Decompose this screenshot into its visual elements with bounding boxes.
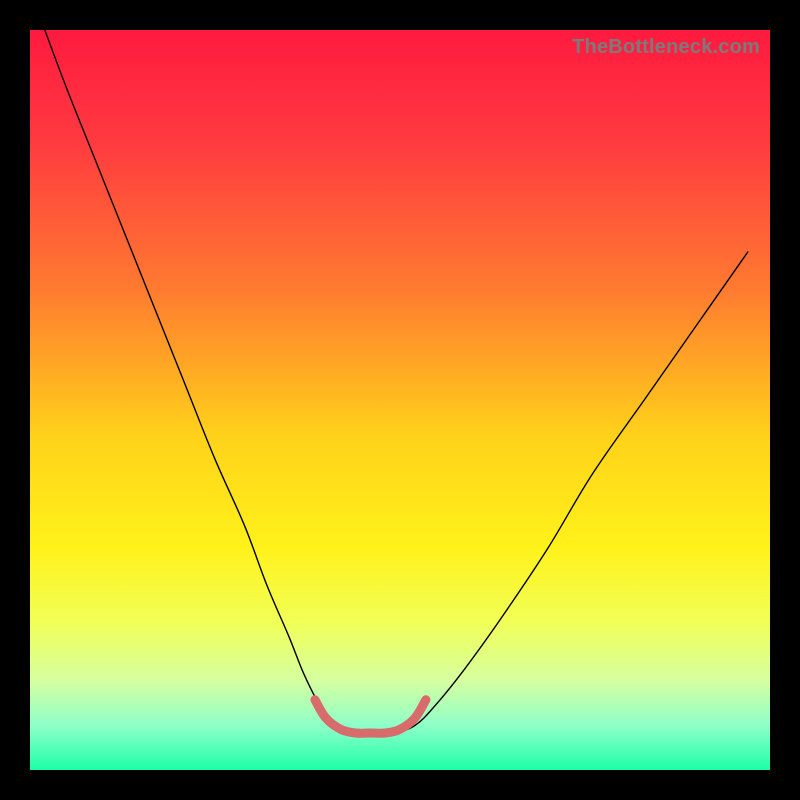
plot-area: TheBottleneck.com xyxy=(30,30,770,770)
outer-frame: TheBottleneck.com xyxy=(0,0,800,800)
gradient-background xyxy=(30,30,770,770)
bottleneck-chart xyxy=(30,30,770,770)
watermark-text: TheBottleneck.com xyxy=(572,36,760,59)
